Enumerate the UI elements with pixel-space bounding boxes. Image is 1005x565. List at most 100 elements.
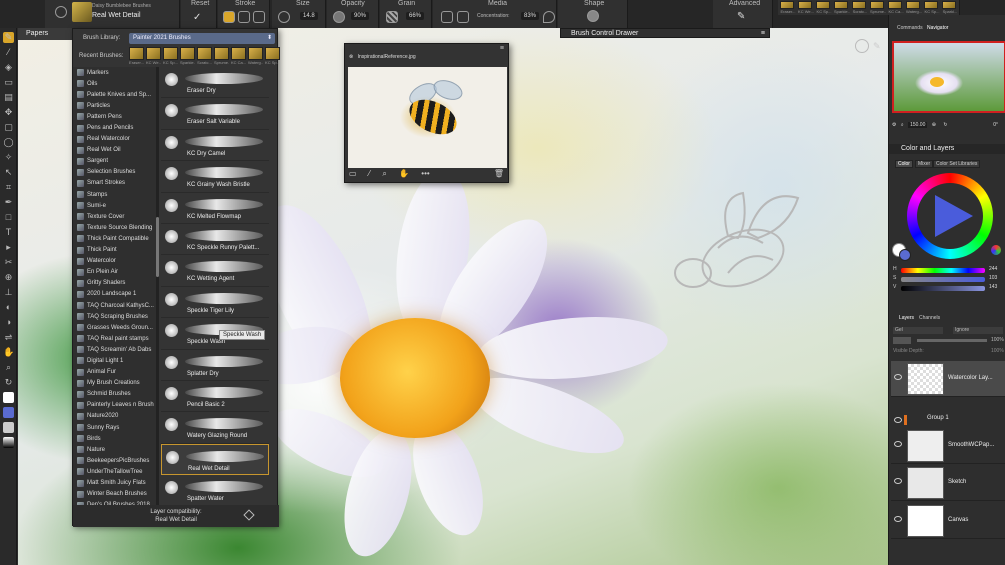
grain-input[interactable]: 66% (406, 12, 425, 20)
tab-color[interactable]: Color (895, 160, 913, 168)
brush-category-item[interactable]: Sumi-e (73, 200, 157, 211)
drawer-menu-icon[interactable]: ≡ (761, 29, 765, 38)
brush-category-item[interactable]: Digital Light 1 (73, 355, 157, 366)
brush-category-item[interactable]: Birds (73, 433, 157, 444)
brush-category-item[interactable]: Real Watercolor (73, 134, 157, 145)
layer-row-sketch[interactable]: Sketch (891, 465, 1005, 501)
brush-variant-item[interactable]: Eraser Dry (161, 67, 269, 99)
layer-options-icon[interactable] (893, 337, 911, 344)
zoom-in-icon[interactable]: ⊕ (932, 122, 936, 128)
value-value[interactable]: 143 (989, 284, 997, 290)
color-wheel[interactable] (907, 173, 993, 259)
brush-variant-item[interactable]: Pencil Basic 2 (161, 381, 269, 413)
brush-category-item[interactable]: Palette Knives and Sp... (73, 89, 157, 100)
composite-dropdown[interactable]: Ignore (953, 327, 1003, 334)
value-slider[interactable] (901, 286, 985, 291)
recent-brush-thumbnail[interactable] (834, 1, 848, 9)
selection-adjuster-icon[interactable]: ↖ (3, 167, 14, 178)
water-drop-icon[interactable] (543, 11, 555, 23)
brush-category-item[interactable]: TAQ Screamin' Ab Dabs (73, 344, 157, 355)
advanced-brush-icon[interactable]: ✎ (737, 11, 749, 23)
brush-variant-item[interactable]: Watery Glazing Round (161, 412, 269, 444)
concentration-input[interactable]: 83% (521, 12, 540, 20)
brush-selector-button[interactable]: Daisy Bumblebee Brushes Real Wet Detail (45, 0, 180, 28)
mirror-tool-icon[interactable]: ⇌ (3, 332, 14, 343)
paper-selector-icon[interactable] (3, 422, 14, 433)
brush-library-dropdown[interactable]: Painter 2021 Brushes ⬍ (129, 33, 275, 44)
main-color-swatch[interactable] (3, 392, 14, 403)
recent-brush-thumbnail[interactable] (870, 1, 884, 9)
tab-mixer[interactable]: Mixer (915, 160, 934, 168)
recent-brush-thumbnail[interactable] (906, 1, 920, 9)
recent-brush-thumbnail[interactable] (888, 1, 902, 9)
recent-brush-thumbnail[interactable] (780, 1, 794, 9)
reset-tool-icon[interactable]: ✓ (193, 12, 205, 24)
rotate-icon[interactable]: ↻ (943, 122, 947, 128)
hue-value[interactable]: 244 (989, 266, 997, 272)
layer-row-watercolor[interactable]: Watercolor Lay... (891, 361, 1005, 397)
zoom-icon[interactable]: ⌕ (901, 122, 904, 128)
zoom-icon[interactable]: ⌕ (382, 169, 386, 178)
more-icon[interactable]: ••• (421, 169, 429, 178)
magnifier-tool-icon[interactable]: ⌕ (3, 362, 14, 373)
stroke-option-icon[interactable] (253, 11, 265, 23)
layer-opacity-value[interactable]: 100% (991, 337, 1004, 343)
rubber-stamp-icon[interactable]: ⊥ (3, 287, 14, 298)
brush-variant-item[interactable]: Splatter Dry (161, 350, 269, 381)
scissors-tool-icon[interactable]: ✂ (3, 257, 14, 268)
brush-category-item[interactable]: Markers (73, 67, 157, 78)
shape-dab-icon[interactable] (587, 10, 599, 22)
layer-row-smoothwcpaper[interactable]: SmoothWCPap... (891, 428, 1005, 464)
brush-variant-item[interactable]: KC Grainy Wash Bristle (161, 161, 269, 193)
navigator-drawing-mode-icon[interactable] (855, 39, 869, 53)
recent-brush-thumbnail[interactable] (248, 47, 263, 60)
brush-category-item[interactable]: TAQ Real paint stamps (73, 333, 157, 344)
eyedropper-icon[interactable]: ⁄ (369, 169, 370, 178)
recent-brush-thumbnail[interactable] (942, 1, 956, 9)
brush-category-item[interactable]: Pens and Pencils (73, 122, 157, 133)
recent-brush-thumbnail[interactable] (924, 1, 938, 9)
brush-category-item[interactable]: Thick Paint Compatible (73, 233, 157, 244)
brush-category-item[interactable]: Selection Brushes (73, 167, 157, 178)
paint-bucket-icon[interactable]: ◈ (3, 62, 14, 73)
recent-brush-thumbnail[interactable] (214, 47, 229, 60)
media-tool-icon[interactable] (457, 11, 469, 23)
brush-variant-item[interactable]: KC Dry Camel (161, 130, 269, 162)
visibility-eye-icon[interactable] (894, 478, 902, 484)
brush-category-item[interactable]: Smart Strokes (73, 178, 157, 189)
shape-tool-icon[interactable]: □ (3, 212, 14, 223)
brush-category-item[interactable]: Nature (73, 444, 157, 455)
rotate-page-icon[interactable]: ↻ (3, 377, 14, 388)
text-tool-icon[interactable]: T (3, 227, 14, 238)
close-icon[interactable]: ⊗ (349, 54, 353, 60)
color-variability-icon[interactable] (991, 245, 1001, 255)
brush-category-item[interactable]: TAQ Charcoal KathysC... (73, 300, 157, 311)
brush-category-item[interactable]: TAQ Scraping Brushes (73, 311, 157, 322)
brush-category-item[interactable]: Sargent (73, 156, 157, 167)
tab-channels[interactable]: Channels (919, 315, 940, 321)
brush-variant-item[interactable]: KC Wetting Agent (161, 255, 269, 287)
brush-category-item[interactable]: BeekeepersPicBrushes (73, 455, 157, 466)
brush-category-item[interactable]: Winter Beach Brushes (73, 489, 157, 500)
brush-category-item[interactable]: Oils (73, 78, 157, 89)
saturation-value[interactable]: 103 (989, 275, 997, 281)
tab-navigator[interactable]: Navigator (927, 25, 948, 31)
brush-category-item[interactable]: Real Wet Oil (73, 145, 157, 156)
grabber-tool-icon[interactable]: ✋ (3, 347, 14, 358)
color-triangle[interactable] (935, 195, 973, 237)
brush-variant-item[interactable]: Speckle Tiger Lily (161, 287, 269, 319)
brush-category-item[interactable]: Sunny Rays (73, 422, 157, 433)
recent-brush-thumbnail[interactable] (129, 47, 144, 60)
layer-row-canvas[interactable]: Canvas (891, 503, 1005, 539)
panel-menu-icon[interactable]: ≡ (500, 45, 504, 52)
brush-category-item[interactable]: Thick Paint (73, 245, 157, 256)
dodge-tool-icon[interactable]: ◐ (3, 302, 14, 313)
brush-category-item[interactable]: Schmid Brushes (73, 389, 157, 400)
brush-category-item[interactable]: My Brush Creations (73, 378, 157, 389)
brush-category-item[interactable]: UnderTheTallowTree (73, 466, 157, 477)
dropper-tool-icon[interactable]: ⁄ (3, 47, 14, 58)
brush-category-item[interactable]: Texture Cover (73, 211, 157, 222)
visibility-eye-icon[interactable] (894, 374, 902, 380)
lasso-select-icon[interactable]: ◯ (3, 137, 14, 148)
tab-commands[interactable]: Commands (897, 25, 923, 31)
